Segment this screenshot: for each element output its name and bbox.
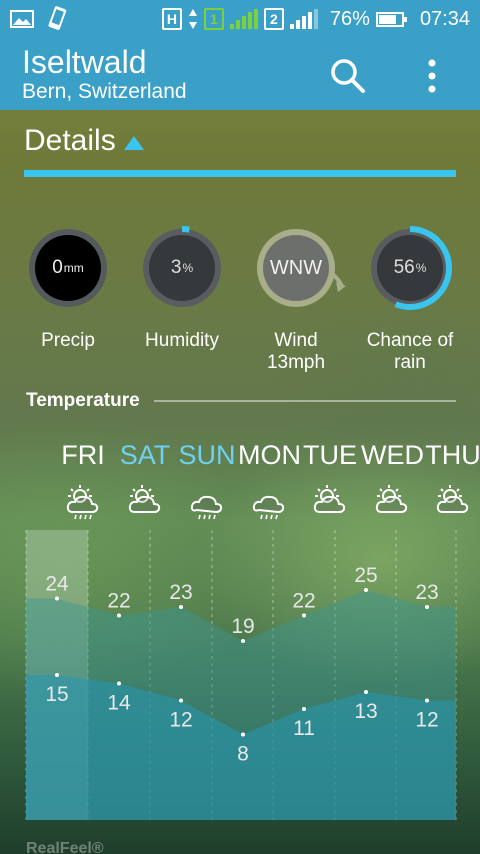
precip-unit: mm: [63, 261, 84, 275]
low-temp-point: [241, 732, 245, 737]
high-temp-point: [241, 639, 245, 643]
low-temp-point: [364, 690, 368, 694]
app-bar: Iseltwald Bern, Switzerland: [0, 38, 480, 110]
high-temp-point: [425, 605, 429, 609]
low-temp-label: 12: [169, 709, 192, 732]
day-label-thu[interactable]: THU: [422, 440, 480, 471]
metric-humidity: 3% Humidity: [122, 225, 242, 352]
clock: 07:34: [419, 7, 470, 30]
high-temp-label: 24: [45, 573, 69, 596]
battery-icon: [375, 11, 407, 27]
high-temp-point: [117, 613, 121, 618]
metric-rain-chance: 56% Chance of rain: [350, 226, 470, 374]
low-temp-label: 12: [415, 709, 438, 732]
high-temp-point: [55, 596, 59, 601]
rain-chance-label: Chance of rain: [366, 330, 454, 373]
search-icon: [331, 59, 365, 93]
high-temp-label: 22: [107, 590, 130, 613]
day-label-tue[interactable]: TUE: [299, 440, 361, 471]
sim1-icon: 1: [203, 8, 224, 30]
low-temp-label: 13: [354, 700, 377, 723]
sun-cloud-rain-icon: [52, 484, 114, 520]
sim2-icon: 2: [263, 8, 284, 30]
low-temp-point: [425, 698, 429, 703]
details-underline: [24, 170, 456, 177]
high-temp-label: 23: [415, 581, 438, 604]
low-temp-point: [117, 681, 121, 686]
temperature-title: Temperature: [26, 390, 140, 411]
day-label-mon[interactable]: MON: [238, 440, 301, 471]
low-temp-label: 14: [107, 692, 131, 715]
details-toggle[interactable]: Details: [24, 124, 456, 158]
metric-wind: WNW Wind 13mph: [236, 226, 356, 374]
metric-precip: 0 mm Precip: [8, 226, 128, 352]
battery-percent: 76%: [329, 7, 370, 30]
data-arrows-icon: [188, 9, 197, 29]
day-label-fri[interactable]: FRI: [52, 440, 114, 471]
sim2-signal-icon: [289, 9, 318, 29]
day-label-sat[interactable]: SAT: [114, 440, 176, 471]
cloud-rain-icon: [238, 484, 300, 520]
more-vertical-icon: [428, 59, 436, 93]
precip-label: Precip: [41, 330, 95, 351]
low-temp-label: 11: [293, 717, 315, 740]
low-temp-point: [302, 707, 306, 711]
overflow-menu-button[interactable]: [412, 56, 452, 96]
rain-chance-value: 56: [393, 257, 415, 278]
realfeel-label: RealFeel®: [26, 840, 104, 854]
network-type-icon: H: [161, 8, 182, 30]
temperature-divider: [153, 400, 456, 402]
day-label-sun[interactable]: SUN: [176, 440, 238, 471]
high-temp-point: [364, 588, 368, 592]
humidity-unit: %: [182, 261, 194, 275]
sun-cloud-icon: [299, 484, 361, 520]
high-temp-label: 22: [292, 590, 315, 613]
sun-cloud-icon: [114, 484, 176, 520]
details-title: Details: [24, 124, 116, 157]
high-temp-label: 23: [169, 581, 192, 604]
low-temp-label: 15: [45, 683, 68, 706]
high-temp-label: 25: [354, 564, 377, 587]
collapse-arrow-icon: [123, 136, 144, 150]
search-button[interactable]: [328, 56, 368, 96]
temperature-header: Temperature: [26, 390, 456, 412]
sun-cloud-icon: [422, 484, 480, 520]
high-temp-point: [302, 613, 306, 618]
wind-label: Wind 13mph: [266, 330, 326, 373]
cloud-rain-icon: [176, 484, 238, 520]
high-temp-label: 19: [231, 615, 254, 638]
day-label-wed[interactable]: WED: [361, 440, 424, 471]
status-bar: H 1 2 76% 07:34: [0, 0, 480, 38]
details-section: Details: [24, 124, 456, 177]
forecast-days: FRI SAT SUN MON TUE WED THU: [26, 440, 480, 520]
rain-chance-unit: %: [415, 261, 427, 275]
low-temp-label: 8: [237, 743, 249, 766]
low-temp-point: [55, 673, 59, 677]
low-temp-point: [179, 698, 183, 703]
wind-direction: WNW: [269, 256, 323, 279]
humidity-label: Humidity: [145, 330, 219, 351]
phone-icon: [48, 6, 67, 30]
precip-value: 0: [52, 257, 63, 278]
high-temp-point: [179, 605, 183, 609]
sun-cloud-icon: [361, 484, 423, 520]
sim1-signal-icon: [229, 9, 258, 29]
gallery-icon: [10, 10, 34, 28]
humidity-value: 3: [170, 257, 182, 278]
temperature-chart: 24 15 22 14 23 12 19 8 22 11 25 13 23 12: [25, 530, 457, 820]
